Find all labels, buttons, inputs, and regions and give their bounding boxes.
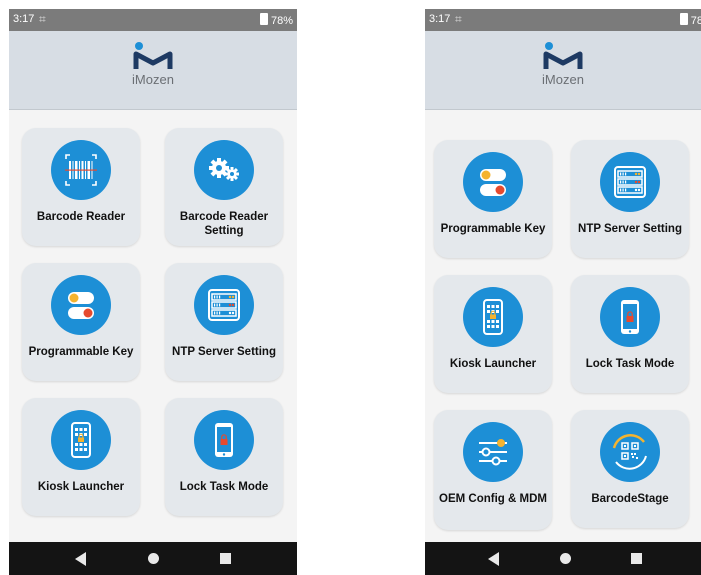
phone-screen-left: 3:17 ⌗ 78% iMozen Barcode Reader Barcode… [9, 9, 297, 575]
toggle-icon [463, 152, 523, 212]
imozen-logo-icon [543, 42, 583, 69]
tile-label: Programmable Key [440, 223, 546, 235]
app-header: iMozen [9, 31, 297, 110]
server-icon [194, 275, 254, 335]
tile-lock-task-mode[interactable]: Lock Task Mode [571, 275, 689, 393]
server-icon [600, 152, 660, 212]
status-time: 3:17 [429, 13, 451, 25]
battery-icon [679, 13, 688, 25]
battery-icon [259, 13, 268, 25]
battery-indicator: 78% [259, 13, 293, 27]
tile-label: Kiosk Launcher [37, 481, 125, 493]
gears-icon [194, 140, 254, 200]
status-bar: 3:17 ⌗ 78% [9, 9, 297, 31]
app-name: iMozen [132, 72, 174, 87]
sliders-icon [463, 422, 523, 482]
app-logo: iMozen [533, 41, 593, 87]
tile-programmable-key[interactable]: Programmable Key [22, 263, 140, 381]
tile-barcode-reader-setting[interactable]: Barcode Reader Setting [165, 128, 283, 246]
recents-button[interactable] [220, 553, 231, 564]
recents-button[interactable] [631, 553, 642, 564]
status-bar: 3:17 ⌗ 78 [425, 9, 701, 31]
imozen-logo-icon [133, 42, 173, 69]
tile-label: BarcodeStage [591, 493, 669, 505]
tile-barcode-reader[interactable]: Barcode Reader [22, 128, 140, 246]
app-logo: iMozen [123, 41, 183, 87]
tile-label: Lock Task Mode [179, 481, 269, 493]
tile-label: Barcode Reader Setting [179, 211, 269, 237]
phone-screen-right: 3:17 ⌗ 78 iMozen Programmable Key NTP Se… [425, 9, 701, 575]
battery-indicator: 78 [679, 13, 701, 27]
barcode-icon [51, 140, 111, 200]
qr-code-icon [600, 422, 660, 482]
tile-label: Barcode Reader [36, 211, 126, 223]
phone-lock-icon [600, 287, 660, 347]
phone-grid-icon [51, 410, 111, 470]
home-button[interactable] [148, 553, 159, 564]
tile-label: Programmable Key [28, 346, 134, 358]
phone-lock-icon [194, 410, 254, 470]
back-button[interactable] [488, 552, 499, 566]
battery-level: 78 [690, 15, 701, 27]
tile-label: Kiosk Launcher [449, 358, 537, 370]
battery-level: 78% [270, 15, 293, 27]
tile-label: Lock Task Mode [585, 358, 675, 370]
notification-icon: ⌗ [455, 12, 462, 26]
tile-kiosk-launcher[interactable]: Kiosk Launcher [434, 275, 552, 393]
phone-grid-icon [463, 287, 523, 347]
home-button[interactable] [560, 553, 571, 564]
tile-programmable-key[interactable]: Programmable Key [434, 140, 552, 258]
toggle-icon [51, 275, 111, 335]
app-header: iMozen [425, 31, 701, 110]
tile-label: NTP Server Setting [578, 223, 682, 235]
status-time: 3:17 [13, 13, 35, 25]
nav-bar [425, 542, 701, 575]
back-button[interactable] [75, 552, 86, 566]
tile-ntp-server-setting[interactable]: NTP Server Setting [165, 263, 283, 381]
app-name: iMozen [542, 72, 584, 87]
tile-kiosk-launcher[interactable]: Kiosk Launcher [22, 398, 140, 516]
tile-ntp-server-setting[interactable]: NTP Server Setting [571, 140, 689, 258]
tile-oem-config-mdm[interactable]: OEM Config & MDM [434, 410, 552, 530]
tile-lock-task-mode[interactable]: Lock Task Mode [165, 398, 283, 516]
tile-label: NTP Server Setting [172, 346, 276, 358]
tile-barcodestage[interactable]: BarcodeStage [571, 410, 689, 528]
nav-bar [9, 542, 297, 575]
notification-icon: ⌗ [39, 12, 46, 26]
tile-label: OEM Config & MDM [439, 493, 547, 505]
